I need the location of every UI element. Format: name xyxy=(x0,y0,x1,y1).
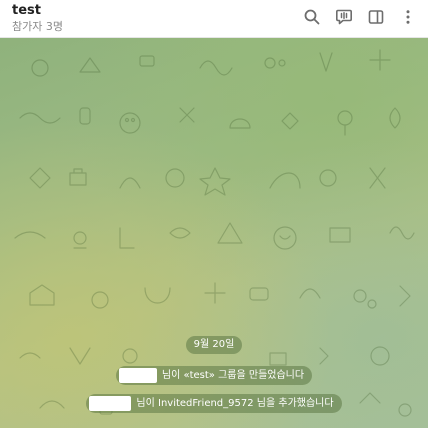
participant-count: 참가자 3명 xyxy=(12,20,63,33)
message-area[interactable]: 9월 20일 님이 «test» 그룹을 만들었습니다 님이 InvitedFr… xyxy=(0,38,428,428)
date-separator[interactable]: 9월 20일 xyxy=(185,336,243,354)
chat-header: test 참가자 3명 xyxy=(0,0,428,38)
service-message-text: 님이 «test» 그룹을 만들었습니다 xyxy=(161,370,305,381)
chat-title: test xyxy=(12,3,41,18)
search-icon xyxy=(304,9,320,25)
chat-info[interactable]: test 참가자 3명 xyxy=(12,3,63,32)
telegram-chat-window: test 참가자 3명 9월 20일 님이 «test» 그룹을 만들었습니다 … xyxy=(0,0,428,428)
video-chat-icon xyxy=(336,9,352,25)
service-message: 님이 InvitedFriend_9572 님을 추가했습니다 xyxy=(86,394,342,413)
service-messages: 9월 20일 님이 «test» 그룹을 만들었습니다 님이 InvitedFr… xyxy=(0,336,428,413)
redacted-user-name[interactable] xyxy=(89,396,132,411)
more-options-button[interactable] xyxy=(396,5,420,29)
sidebar-toggle-icon xyxy=(368,10,384,24)
search-button[interactable] xyxy=(300,5,324,29)
service-message-text: 님이 InvitedFriend_9572 님을 추가했습니다 xyxy=(136,398,334,409)
video-chat-button[interactable] xyxy=(332,5,356,29)
sidebar-toggle-button[interactable] xyxy=(364,5,388,29)
header-actions xyxy=(292,5,420,29)
more-vertical-icon xyxy=(406,10,410,24)
redacted-user-name[interactable] xyxy=(118,368,157,383)
service-message: 님이 «test» 그룹을 만들었습니다 xyxy=(115,366,313,385)
